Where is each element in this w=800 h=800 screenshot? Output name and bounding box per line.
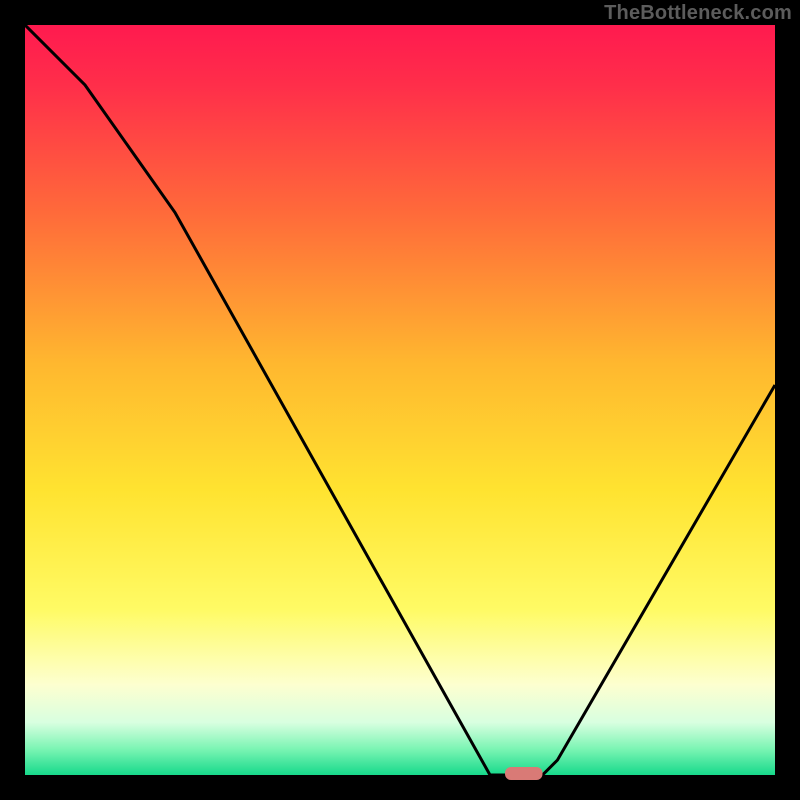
bottleneck-chart-svg xyxy=(0,0,800,800)
chart-frame: TheBottleneck.com xyxy=(0,0,800,800)
plot-background xyxy=(25,25,775,775)
watermark-text: TheBottleneck.com xyxy=(604,2,792,25)
optimal-marker xyxy=(505,767,543,780)
